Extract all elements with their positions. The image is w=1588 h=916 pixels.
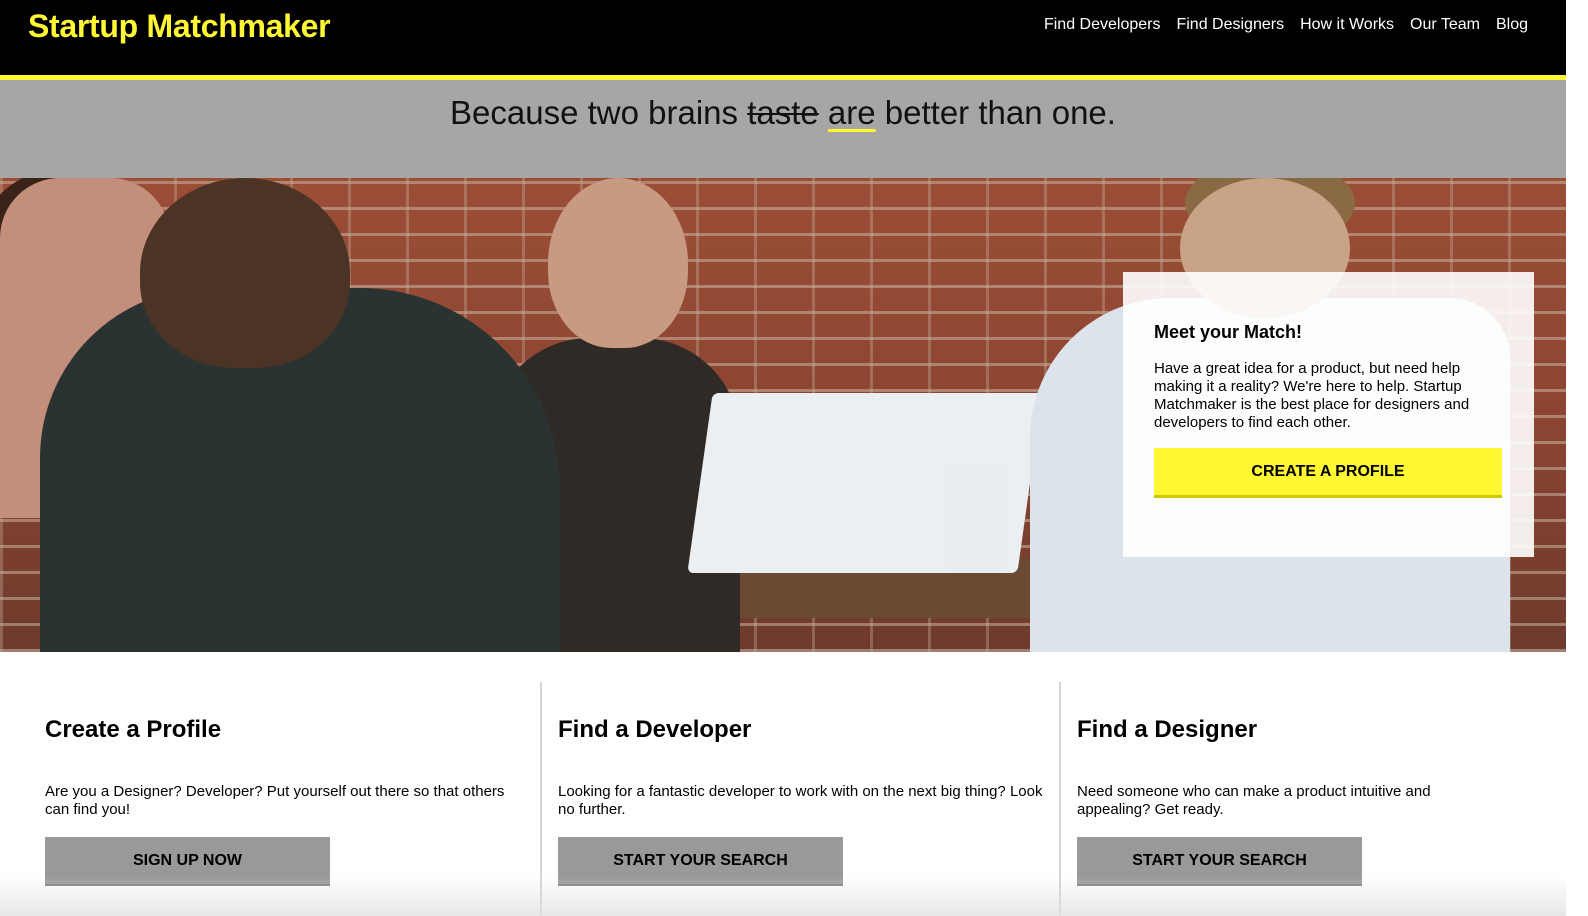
nav-blog[interactable]: Blog	[1496, 16, 1528, 34]
brand-logo[interactable]: Startup Matchmaker	[28, 8, 331, 45]
nav-our-team[interactable]: Our Team	[1410, 16, 1480, 34]
feature-find-designer: Find a Designer Need someone who can mak…	[1077, 652, 1537, 916]
tagline: Because two brains taste are better than…	[0, 94, 1566, 132]
tagline-suffix: better than one.	[884, 94, 1116, 131]
feature-find-developer: Find a Developer Looking for a fantastic…	[558, 652, 1043, 916]
start-search-designer-button[interactable]: START YOUR SEARCH	[1077, 837, 1362, 886]
sign-up-now-button[interactable]: SIGN UP NOW	[45, 837, 330, 886]
photo-glass	[945, 463, 1007, 573]
scrollbar-gutter	[1566, 0, 1588, 916]
create-profile-button[interactable]: CREATE A PROFILE	[1154, 448, 1502, 498]
feature-title: Find a Developer	[558, 716, 752, 743]
tagline-band: Because two brains taste are better than…	[0, 80, 1566, 178]
hero-card-body: Have a great idea for a product, but nee…	[1154, 360, 1470, 431]
hero-card: Meet your Match! Have a great idea for a…	[1123, 272, 1534, 557]
nav-find-developers[interactable]: Find Developers	[1044, 16, 1161, 34]
feature-divider	[1059, 682, 1061, 916]
photo-person-foreground-head	[140, 178, 350, 368]
features-section: Create a Profile Are you a Designer? Dev…	[0, 652, 1566, 916]
hero-card-title: Meet your Match!	[1154, 322, 1303, 342]
nav-find-designers[interactable]: Find Designers	[1176, 16, 1284, 34]
tagline-struck-word: taste	[747, 94, 819, 131]
nav-how-it-works[interactable]: How it Works	[1300, 16, 1394, 34]
feature-body: Need someone who can make a product intu…	[1077, 783, 1431, 818]
photo-person-center-head	[548, 178, 688, 348]
feature-divider	[540, 682, 542, 916]
feature-title: Find a Designer	[1077, 716, 1258, 743]
tagline-prefix: Because two brains	[450, 94, 739, 131]
start-search-developer-button[interactable]: START YOUR SEARCH	[558, 837, 843, 886]
main-nav: Find Developers Find Designers How it Wo…	[1044, 16, 1528, 34]
tagline-underlined-word: are	[827, 94, 876, 131]
feature-create-profile: Create a Profile Are you a Designer? Dev…	[45, 652, 515, 916]
feature-body: Looking for a fantastic developer to wor…	[558, 783, 1043, 818]
site-header: Startup Matchmaker Find Developers Find …	[0, 0, 1566, 75]
feature-title: Create a Profile	[45, 716, 222, 743]
feature-body: Are you a Designer? Developer? Put yours…	[45, 783, 505, 818]
